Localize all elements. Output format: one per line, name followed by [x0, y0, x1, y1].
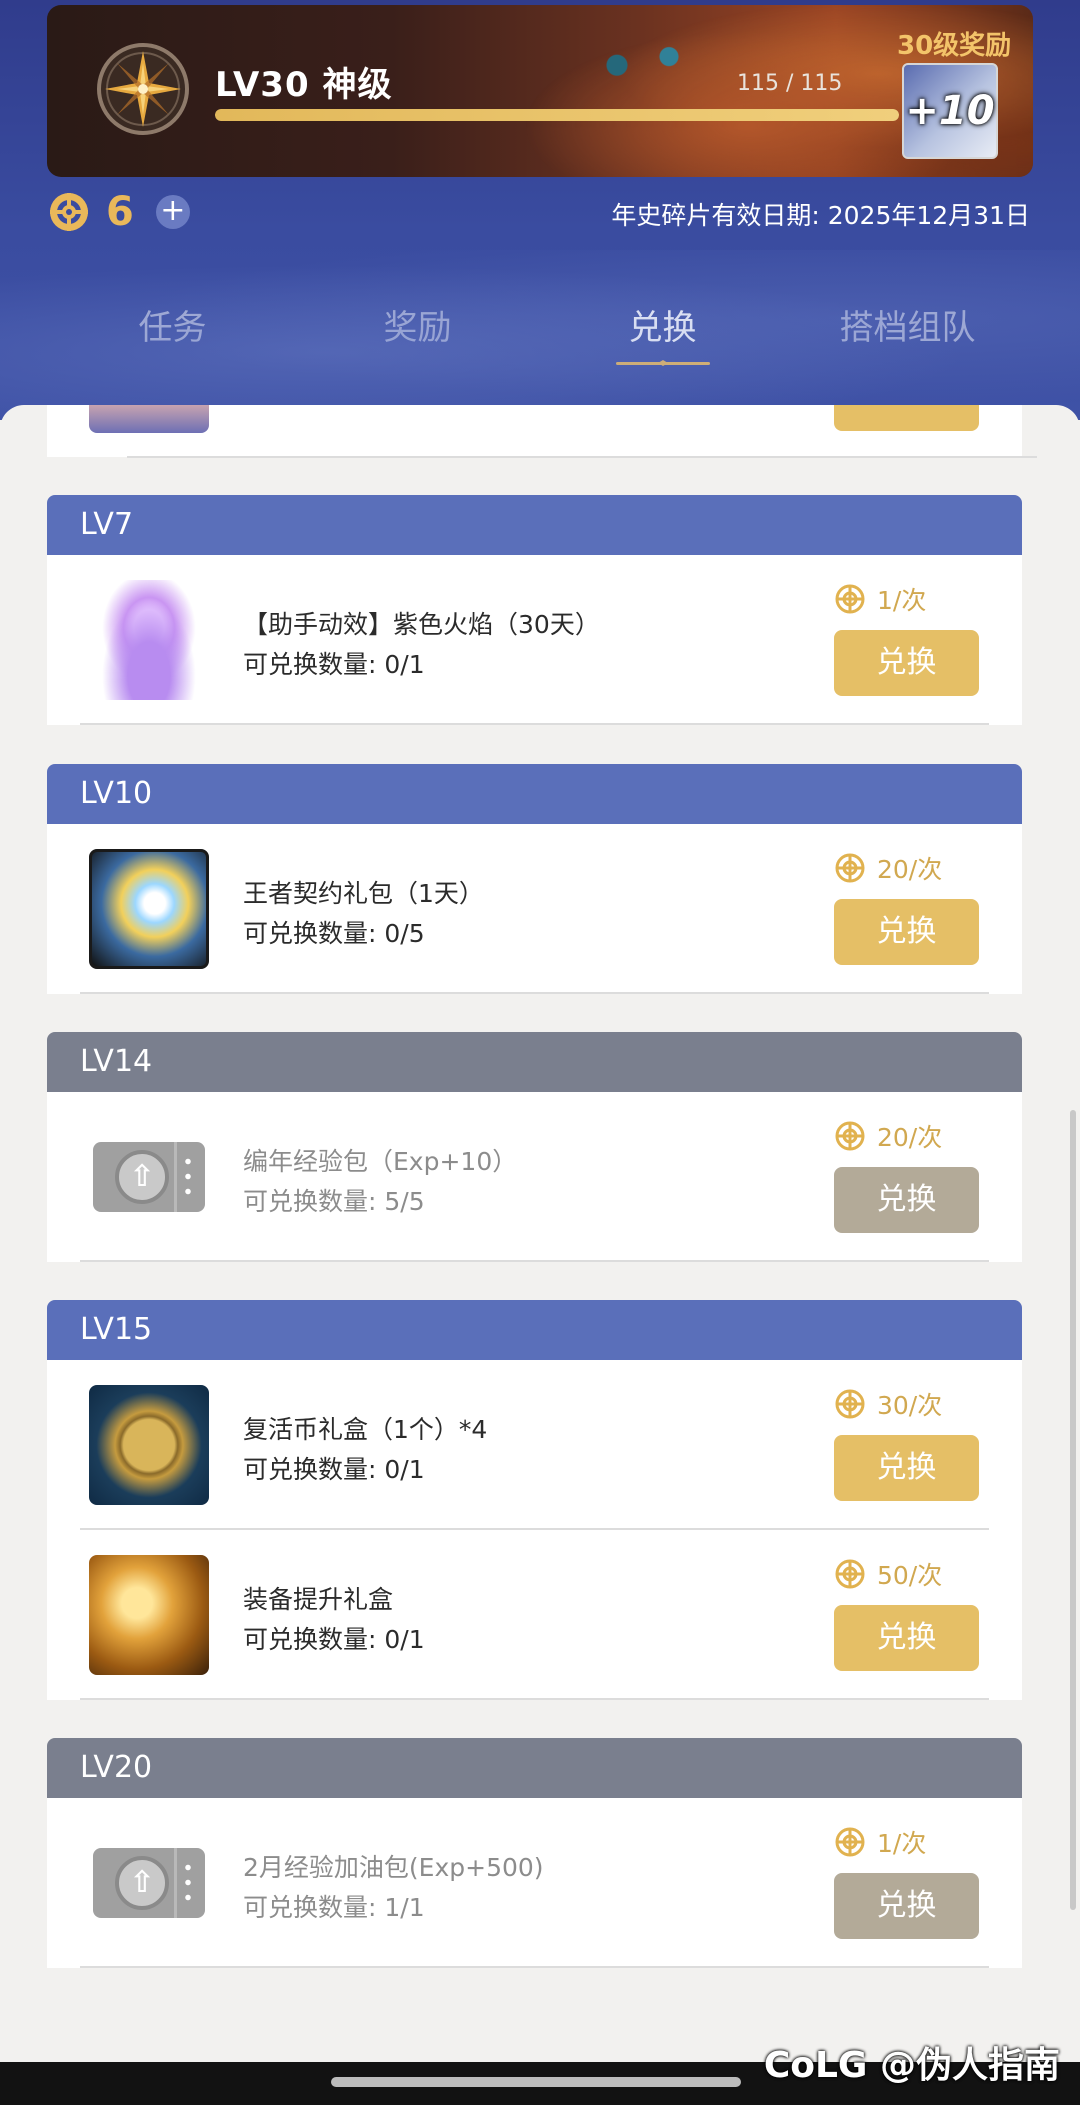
exchange-button[interactable]: 兑换 [834, 1605, 979, 1671]
item-thumbnail [89, 405, 209, 433]
item-cost: 30/次 [835, 1387, 942, 1421]
watermark: CoLG @伪人指南 [763, 2045, 1060, 2086]
item-quantity: 可兑换数量: 5/5 [243, 1187, 425, 1216]
item-name: 复活币礼盒（1个）*4 [243, 1415, 488, 1444]
level-group-lv14: LV14 ⇧ 编年经验包（Exp+10） 可兑换数量: 5/5 20/次 兑换 [47, 1032, 1022, 1262]
level-group-lv15: LV15 复活币礼盒（1个）*4 可兑换数量: 0/1 30/次 兑换 装备提升… [47, 1300, 1022, 1700]
revive-coin-icon [89, 1385, 209, 1505]
tab-label: 搭档组队 [839, 308, 976, 348]
list-item: 装备提升礼盒 可兑换数量: 0/1 50/次 兑换 [47, 1530, 1022, 1700]
level-group-lv10: LV10 王者契约礼包（1天） 可兑换数量: 0/5 20/次 兑换 [47, 764, 1022, 994]
active-tab-indicator [615, 360, 710, 366]
divider [127, 456, 1037, 458]
add-coin-button[interactable]: + [155, 195, 190, 229]
header: LV30 神级 115 / 115 30级奖励 +10 6 + 年史碎片有效日期… [0, 0, 1080, 420]
exp-ticket-icon: ⇧ [89, 1117, 209, 1237]
home-indicator[interactable] [331, 2077, 741, 2087]
cost-text: 20/次 [877, 1123, 943, 1152]
item-cost: 20/次 [835, 1119, 942, 1153]
level-group-header: LV14 [47, 1032, 1022, 1092]
item-quantity: 可兑换数量: 0/1 [243, 1625, 425, 1654]
scrollbar[interactable] [1070, 1110, 1076, 1910]
fragment-coin-icon [835, 1559, 865, 1589]
exchange-button-partial[interactable] [834, 405, 979, 431]
item-cost: 20/次 [835, 851, 942, 885]
exchange-button[interactable]: 兑换 [834, 899, 979, 965]
tab-label: 任务 [138, 308, 207, 348]
item-name: 2月经验加油包(Exp+500) [243, 1853, 544, 1882]
list-item: 复活币礼盒（1个）*4 可兑换数量: 0/1 30/次 兑换 [47, 1360, 1022, 1530]
item-cost: 50/次 [835, 1557, 942, 1591]
exp-progress-bar [215, 109, 899, 121]
divider [80, 992, 989, 994]
cost-text: 50/次 [877, 1561, 943, 1590]
reward-item-icon[interactable]: +10 [902, 63, 998, 159]
level-title: LV30 神级 [215, 65, 393, 105]
tab-bar: 任务 奖励 兑换 搭档组队 [0, 300, 1080, 380]
item-quantity: 可兑换数量: 0/1 [243, 1455, 425, 1484]
list-item-partial [47, 405, 1037, 458]
item-name: 【助手动效】紫色火焰（30天） [243, 610, 600, 639]
exchange-button-disabled[interactable]: 兑换 [834, 1873, 979, 1939]
item-quantity: 可兑换数量: 1/1 [243, 1893, 425, 1922]
level-group-header: LV10 [47, 764, 1022, 824]
divider [80, 1260, 989, 1262]
item-cost: 1/次 [835, 1825, 926, 1859]
item-name: 王者契约礼包（1天） [243, 879, 484, 908]
exchange-button[interactable]: 兑换 [834, 630, 979, 696]
exchange-button-disabled[interactable]: 兑换 [834, 1167, 979, 1233]
divider [80, 1698, 989, 1700]
tab-tasks[interactable]: 任务 [50, 300, 295, 349]
fragment-coin-icon [835, 1827, 865, 1857]
tab-label: 奖励 [383, 308, 452, 348]
fragment-coin-icon [835, 853, 865, 883]
level-group-lv7: LV7 【助手动效】紫色火焰（30天） 可兑换数量: 0/1 1/次 兑换 [47, 495, 1022, 725]
exp-progress-fill [215, 109, 899, 121]
exp-text: 115 / 115 [737, 71, 843, 96]
fragment-coin-icon [50, 193, 88, 231]
exp-ticket-icon: ⇧ [89, 1823, 209, 1943]
divider [80, 1966, 989, 1968]
fragment-coin-icon [835, 1121, 865, 1151]
compass-icon [97, 43, 189, 135]
cost-text: 30/次 [877, 1391, 943, 1420]
tab-rewards[interactable]: 奖励 [295, 300, 540, 349]
list-item: ⇧ 2月经验加油包(Exp+500) 可兑换数量: 1/1 1/次 兑换 [47, 1798, 1022, 1968]
level-reward-label: 30级奖励 [897, 31, 1012, 61]
item-quantity: 可兑换数量: 0/1 [243, 650, 425, 679]
tab-label: 兑换 [628, 308, 697, 348]
item-name: 装备提升礼盒 [243, 1585, 394, 1614]
king-contract-icon [89, 849, 209, 969]
item-name: 编年经验包（Exp+10） [243, 1147, 518, 1176]
list-item: 王者契约礼包（1天） 可兑换数量: 0/5 20/次 兑换 [47, 824, 1022, 994]
item-cost: 1/次 [835, 582, 926, 616]
level-group-header: LV15 [47, 1300, 1022, 1360]
item-quantity: 可兑换数量: 0/5 [243, 919, 425, 948]
level-group-header: LV20 [47, 1738, 1022, 1798]
fragment-coin-icon [835, 1389, 865, 1419]
tab-partner-team[interactable]: 搭档组队 [785, 300, 1030, 349]
cost-text: 20/次 [877, 855, 943, 884]
tab-exchange[interactable]: 兑换 [540, 300, 785, 366]
coin-balance: 6 + [48, 189, 190, 235]
level-banner[interactable]: LV30 神级 115 / 115 30级奖励 +10 [47, 5, 1033, 177]
exchange-button[interactable]: 兑换 [834, 1435, 979, 1501]
purple-flame-icon [89, 580, 209, 700]
list-item: 【助手动效】紫色火焰（30天） 可兑换数量: 0/1 1/次 兑换 [47, 555, 1022, 725]
treasure-chest-icon [89, 1555, 209, 1675]
coin-count: 6 [106, 189, 134, 235]
expiry-date-text: 年史碎片有效日期: 2025年12月31日 [611, 201, 1030, 230]
level-group-lv20: LV20 ⇧ 2月经验加油包(Exp+500) 可兑换数量: 1/1 1/次 兑… [47, 1738, 1022, 1968]
exchange-list[interactable]: LV7 【助手动效】紫色火焰（30天） 可兑换数量: 0/1 1/次 兑换 LV… [0, 405, 1080, 2065]
list-item: ⇧ 编年经验包（Exp+10） 可兑换数量: 5/5 20/次 兑换 [47, 1092, 1022, 1262]
cost-text: 1/次 [877, 1829, 927, 1858]
divider [80, 723, 989, 725]
level-group-header: LV7 [47, 495, 1022, 555]
fragment-coin-icon [835, 584, 865, 614]
cost-text: 1/次 [877, 586, 927, 615]
